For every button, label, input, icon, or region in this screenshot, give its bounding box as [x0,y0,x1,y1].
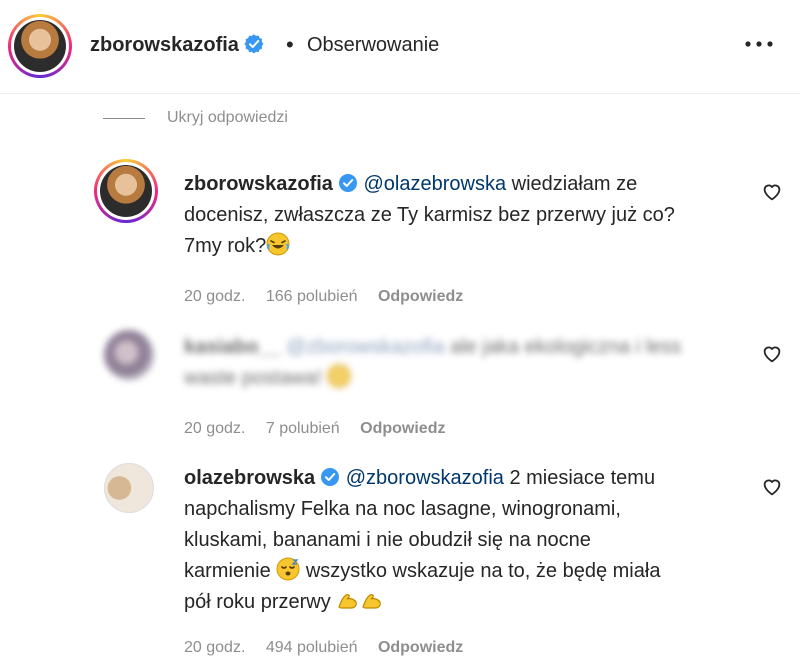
separator-dot: • [286,32,294,57]
comment-likes[interactable]: 7 polubień [266,420,340,437]
verified-badge-icon [338,174,357,192]
comment-mention[interactable]: @zborowskazofia [286,336,444,358]
reply-button[interactable]: Odpowiedz [378,639,463,656]
sleepy-emoji [276,557,300,581]
comment-item: olazebrowska @zborowskazofia 2 miesiace … [0,456,800,669]
avatar[interactable] [104,330,154,380]
comment-text: kasiabo__ @zborowskazofia ale jaka ekolo… [184,336,682,389]
comment-time[interactable]: 20 godz. [184,288,245,305]
comment-time[interactable]: 20 godz. [184,639,245,656]
comment-meta: 20 godz. 166 polubień Odpowiedz [184,288,479,306]
comment-time[interactable]: 20 godz. [184,420,245,437]
flexed-biceps-emoji [362,594,382,609]
verified-badge-icon [244,34,264,54]
comment-meta: 20 godz. 494 polubień Odpowiedz [184,639,479,657]
comment-text: olazebrowska @zborowskazofia 2 miesiace … [184,467,661,613]
comment-mention[interactable]: @olazebrowska [363,173,506,195]
comment-likes[interactable]: 494 polubień [266,639,358,656]
comment-username[interactable]: kasiabo__ [184,336,281,358]
divider-line [103,118,145,119]
comment-meta: 20 godz. 7 polubień Odpowiedz [184,420,461,438]
comment-item: zborowskazofia @olazebrowska wiedziałam … [0,156,800,316]
hide-replies-label[interactable]: Ukryj odpowiedzi [167,109,288,127]
verified-badge-icon [321,468,340,486]
more-options-icon[interactable] [744,38,774,50]
smiling-emoji [327,364,352,388]
comment-username[interactable]: olazebrowska [184,467,315,489]
comment-username[interactable]: zborowskazofia [184,173,333,195]
laughing-emoji [266,232,290,256]
comment-text: zborowskazofia @olazebrowska wiedziałam … [184,173,675,257]
reply-button[interactable]: Odpowiedz [360,420,445,437]
reply-button[interactable]: Odpowiedz [378,288,463,305]
flexed-biceps-emoji [338,594,358,609]
header-username[interactable]: zborowskazofia [90,34,264,57]
avatar[interactable] [104,463,154,513]
comment-likes[interactable]: 166 polubień [266,288,358,305]
comment-mention[interactable]: @zborowskazofia [346,467,504,489]
post-header: zborowskazofia • Obserwowanie [0,0,800,94]
heart-icon[interactable] [762,183,782,201]
comment-item: kasiabo__ @zborowskazofia ale jaka ekolo… [0,322,800,452]
heart-icon[interactable] [762,478,782,496]
avatar[interactable] [100,165,152,217]
avatar[interactable] [14,20,66,72]
heart-icon[interactable] [762,345,782,363]
following-button[interactable]: Obserwowanie [307,34,439,57]
